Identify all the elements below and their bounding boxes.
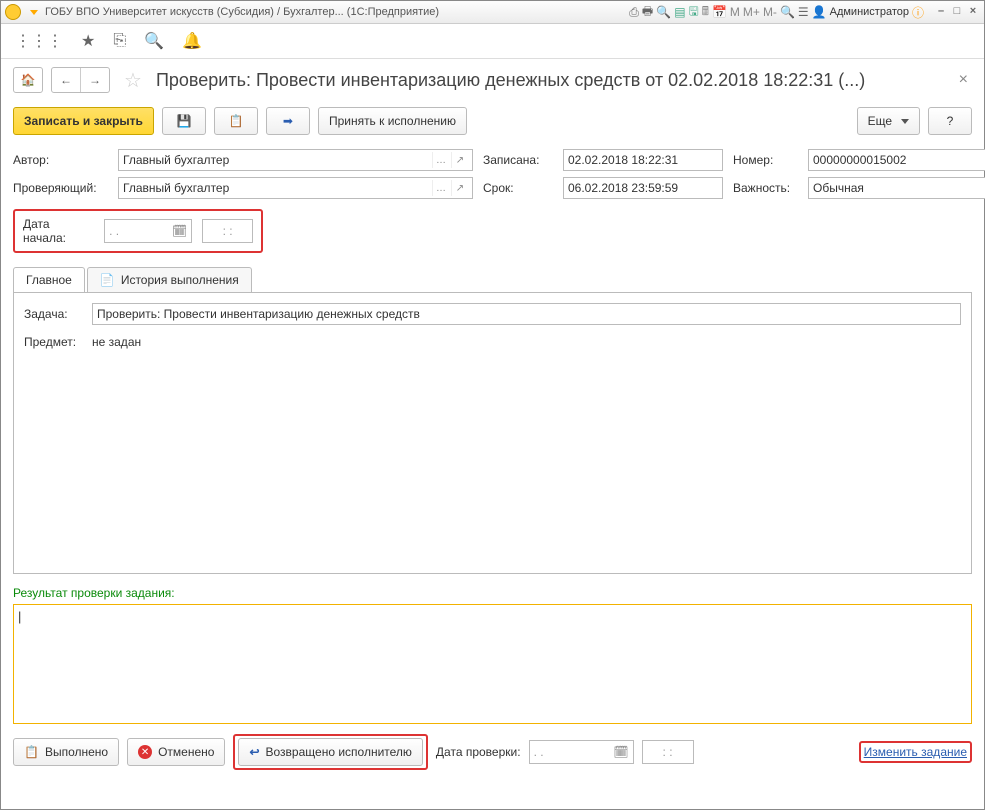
recorded-label: Записана:	[483, 153, 553, 167]
memory-mplus-icon[interactable]: M+	[743, 5, 760, 19]
task-label: Задача:	[24, 307, 84, 321]
check-date-label: Дата проверки:	[436, 745, 521, 759]
apps-icon[interactable]: ⋮⋮⋮	[15, 31, 63, 51]
panel-icon[interactable]: ☰	[798, 5, 809, 19]
open-icon[interactable]: ↗	[451, 152, 468, 168]
task-input[interactable]: Проверить: Провести инвентаризацию денеж…	[92, 303, 961, 325]
change-task-group: Изменить задание	[859, 741, 972, 763]
dropdown-icon[interactable]	[25, 4, 41, 20]
save-button[interactable]: 💾	[162, 107, 206, 135]
accept-button[interactable]: Принять к исполнению	[318, 107, 467, 135]
tab-main-body: Задача: Проверить: Провести инвентаризац…	[13, 292, 972, 574]
main-toolbar: ⋮⋮⋮ ★ ⎘ 🔍 🔔	[1, 24, 984, 59]
check-icon: 📋	[24, 745, 39, 759]
help-button[interactable]: ?	[928, 107, 972, 135]
checker-input[interactable]: Главный бухгалтер …↗	[118, 177, 473, 199]
author-label: Автор:	[13, 153, 108, 167]
star-icon[interactable]: ☆	[124, 68, 142, 93]
ellipsis-icon[interactable]: …	[432, 180, 449, 196]
change-task-link[interactable]: Изменить задание	[864, 745, 967, 759]
return-icon: ↩	[249, 745, 259, 759]
start-time-input[interactable]: : :	[202, 219, 253, 243]
home-button[interactable]: 🏠	[13, 67, 43, 93]
importance-select[interactable]: Обычная	[808, 177, 985, 199]
check-date-input[interactable]: . .🗓	[529, 740, 634, 764]
preview-icon[interactable]: 🔍	[656, 5, 671, 19]
calendar-icon[interactable]: 📅	[712, 5, 727, 19]
maximize-button[interactable]: □	[950, 5, 964, 19]
memory-m-icon[interactable]: M	[730, 5, 740, 19]
calendar-icon[interactable]: 🗓	[613, 745, 628, 759]
checker-label: Проверяющий:	[13, 181, 108, 195]
write-and-close-button[interactable]: Записать и закрыть	[13, 107, 154, 135]
clipboard-icon[interactable]: ⎘	[113, 32, 126, 50]
memory-mminus-icon[interactable]: M-	[763, 5, 777, 19]
printer2-icon[interactable]: 🖶	[642, 2, 653, 23]
open-icon[interactable]: ↗	[451, 180, 468, 196]
subject-label: Предмет:	[24, 335, 84, 349]
start-date-group: Дата начала: . .🗓 : :	[13, 209, 263, 253]
check-time-input[interactable]: : :	[642, 740, 694, 764]
returned-button[interactable]: ↩Возвращено исполнителю	[238, 738, 422, 766]
subject-value: не задан	[92, 335, 141, 349]
returned-group: ↩Возвращено исполнителю	[233, 734, 427, 770]
task-button[interactable]: 📋	[214, 107, 258, 135]
user-icon: 👤	[812, 5, 827, 19]
page-icon[interactable]: ▤	[674, 5, 685, 19]
tab-main[interactable]: Главное	[13, 267, 85, 292]
forward-button[interactable]: →	[81, 68, 109, 92]
calendar-icon[interactable]: 🗓	[172, 224, 187, 238]
page-close-button[interactable]: ×	[955, 71, 972, 89]
tab-history[interactable]: 📄История выполнения	[87, 267, 252, 292]
deadline-label: Срок:	[483, 181, 553, 195]
history-icon: 📄	[100, 273, 115, 287]
page-title: Проверить: Провести инвентаризацию денеж…	[156, 70, 947, 91]
titlebar-tools: ⎙ 🖶 🔍 ▤ 🖫 🖩 📅 M M+ M- 🔍 ☰ 👤 Администрато…	[629, 2, 924, 23]
author-input[interactable]: Главный бухгалтер …↗	[118, 149, 473, 171]
user-name: Администратор	[830, 6, 909, 18]
window-titlebar: ГОБУ ВПО Университет искусств (Субсидия)…	[1, 1, 984, 24]
save-icon[interactable]: 🖫	[689, 2, 699, 23]
more-button[interactable]: Еще	[857, 107, 920, 135]
calc-icon[interactable]: 🖩	[702, 2, 709, 23]
minimize-button[interactable]: –	[934, 5, 948, 19]
ellipsis-icon[interactable]: …	[432, 152, 449, 168]
print-icon[interactable]: ⎙	[629, 5, 639, 20]
window-title: ГОБУ ВПО Университет искусств (Субсидия)…	[45, 6, 439, 18]
result-textarea[interactable]: |	[13, 604, 972, 724]
start-date-input[interactable]: . .🗓	[104, 219, 192, 243]
number-label: Номер:	[733, 153, 798, 167]
cancel-icon: ✕	[138, 745, 152, 759]
done-button[interactable]: 📋Выполнено	[13, 738, 119, 766]
bell-icon[interactable]: 🔔	[182, 31, 202, 51]
deadline-input[interactable]: 06.02.2018 23:59:59	[563, 177, 723, 199]
back-button[interactable]: ←	[52, 68, 81, 92]
start-date-label: Дата начала:	[23, 217, 94, 245]
app-icon	[5, 4, 21, 20]
importance-label: Важность:	[733, 181, 798, 195]
zoom-icon[interactable]: 🔍	[780, 5, 795, 19]
cancelled-button[interactable]: ✕Отменено	[127, 738, 225, 766]
favorite-icon[interactable]: ★	[81, 31, 95, 51]
recorded-input[interactable]: 02.02.2018 18:22:31	[563, 149, 723, 171]
result-label: Результат проверки задания:	[13, 586, 972, 600]
info-icon[interactable]: ⓘ	[912, 4, 924, 21]
search-icon[interactable]: 🔍	[144, 31, 164, 51]
number-input[interactable]: 00000000015002	[808, 149, 985, 171]
go-button[interactable]: ➡	[266, 107, 310, 135]
close-button[interactable]: ×	[966, 5, 980, 19]
